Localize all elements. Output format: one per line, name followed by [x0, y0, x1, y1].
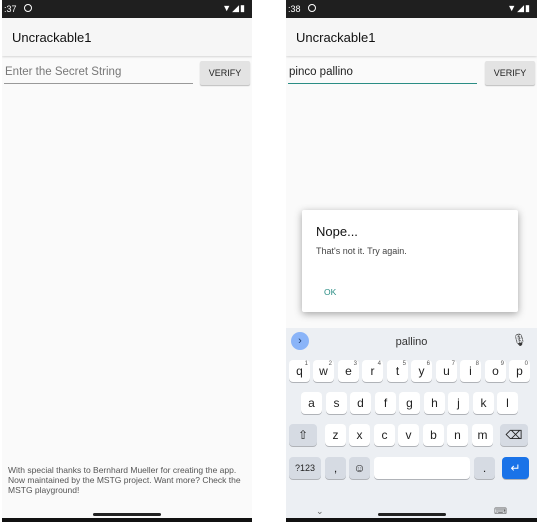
nav-bar [286, 518, 537, 522]
nav-down-icon[interactable]: ⌄ [316, 506, 324, 517]
keyboard-hide-icon[interactable]: ⌨ [494, 506, 507, 517]
period-key[interactable]: . [474, 457, 495, 479]
shift-icon[interactable]: ⇧ [289, 424, 317, 446]
backspace-icon[interactable]: ⌫ [500, 424, 528, 446]
home-indicator[interactable] [93, 513, 161, 516]
secret-input[interactable]: Enter the Secret String [4, 63, 193, 84]
signal-icon: ◢ [517, 3, 526, 13]
app-title: Uncrackable1 [296, 30, 376, 45]
key-w[interactable]: w2 [313, 360, 334, 382]
system-icons: ▼◢▮ [222, 3, 246, 14]
key-c[interactable]: c [374, 424, 395, 446]
notification-icon [308, 4, 316, 12]
verify-button[interactable]: VERIFY [485, 61, 535, 85]
key-f[interactable]: f [375, 392, 396, 414]
key-row-2: a s d f g h j k l [286, 392, 537, 416]
key-v[interactable]: v [398, 424, 419, 446]
app-title: Uncrackable1 [12, 30, 92, 45]
key-t[interactable]: t5 [387, 360, 408, 382]
key-j[interactable]: j [448, 392, 469, 414]
space-key[interactable] [374, 457, 470, 479]
key-k[interactable]: k [473, 392, 494, 414]
key-row-1: q1 w2 e3 r4 t5 y6 u7 i8 o9 p0 [286, 360, 537, 384]
dialog-ok-button[interactable]: OK [324, 287, 336, 297]
suggestion-word[interactable]: pallino [286, 336, 537, 348]
notification-icon [24, 4, 32, 12]
key-i[interactable]: i8 [460, 360, 481, 382]
emoji-icon[interactable]: ☺ [349, 457, 370, 479]
comma-key[interactable]: , [325, 457, 346, 479]
wifi-icon: ▼ [222, 3, 233, 13]
key-g[interactable]: g [399, 392, 420, 414]
signal-icon: ◢ [232, 3, 241, 13]
nav-bar [2, 518, 252, 522]
dialog-message: That's not it. Try again. [316, 246, 407, 256]
key-s[interactable]: s [326, 392, 347, 414]
key-a[interactable]: a [301, 392, 322, 414]
system-icons: ▼◢▮ [507, 3, 531, 14]
dialog-title: Nope... [316, 224, 358, 239]
verify-button[interactable]: VERIFY [200, 61, 250, 85]
input-row: Enter the Secret String VERIFY [2, 59, 252, 89]
key-e[interactable]: e3 [338, 360, 359, 382]
input-row: pinco pallino VERIFY [286, 59, 537, 89]
enter-icon[interactable]: ↵ [502, 457, 529, 479]
secret-input[interactable]: pinco pallino [288, 63, 477, 84]
key-y[interactable]: y6 [411, 360, 432, 382]
app-bar: Uncrackable1 [286, 18, 537, 56]
key-p[interactable]: p0 [509, 360, 530, 382]
wifi-icon: ▼ [507, 3, 518, 13]
key-q[interactable]: q1 [289, 360, 310, 382]
symbols-key[interactable]: ?123 [289, 457, 321, 479]
key-b[interactable]: b [423, 424, 444, 446]
key-n[interactable]: n [447, 424, 468, 446]
status-time: :38 [288, 4, 301, 14]
battery-icon: ▮ [240, 3, 246, 13]
key-row-4: ?123 , ☺ . ↵ [286, 457, 537, 481]
key-h[interactable]: h [424, 392, 445, 414]
key-o[interactable]: o9 [485, 360, 506, 382]
key-d[interactable]: d [350, 392, 371, 414]
screen-initial: :37 ▼◢▮ Uncrackable1 Enter the Secret St… [2, 0, 252, 522]
mic-icon[interactable]: 🎙 [512, 333, 527, 347]
status-bar: :38 ▼◢▮ [286, 0, 537, 18]
result-dialog: Nope... That's not it. Try again. OK [302, 210, 518, 312]
app-bar: Uncrackable1 [2, 18, 252, 56]
footer-text: With special thanks to Bernhard Mueller … [8, 465, 241, 495]
key-z[interactable]: z [325, 424, 346, 446]
key-row-3: ⇧ z x c v b n m ⌫ [286, 424, 537, 448]
status-bar: :37 ▼◢▮ [2, 0, 252, 18]
soft-keyboard: › pallino 🎙 q1 w2 e3 r4 t5 y6 u7 i8 o9 p… [286, 328, 537, 522]
key-r[interactable]: r4 [362, 360, 383, 382]
status-time: :37 [4, 4, 17, 14]
key-u[interactable]: u7 [436, 360, 457, 382]
key-x[interactable]: x [349, 424, 370, 446]
suggestion-bar: › pallino 🎙 [286, 328, 537, 354]
home-indicator[interactable] [378, 513, 446, 516]
key-m[interactable]: m [472, 424, 493, 446]
screen-failure: :38 ▼◢▮ Uncrackable1 pinco pallino VERIF… [286, 0, 537, 522]
key-l[interactable]: l [497, 392, 518, 414]
battery-icon: ▮ [525, 3, 531, 13]
